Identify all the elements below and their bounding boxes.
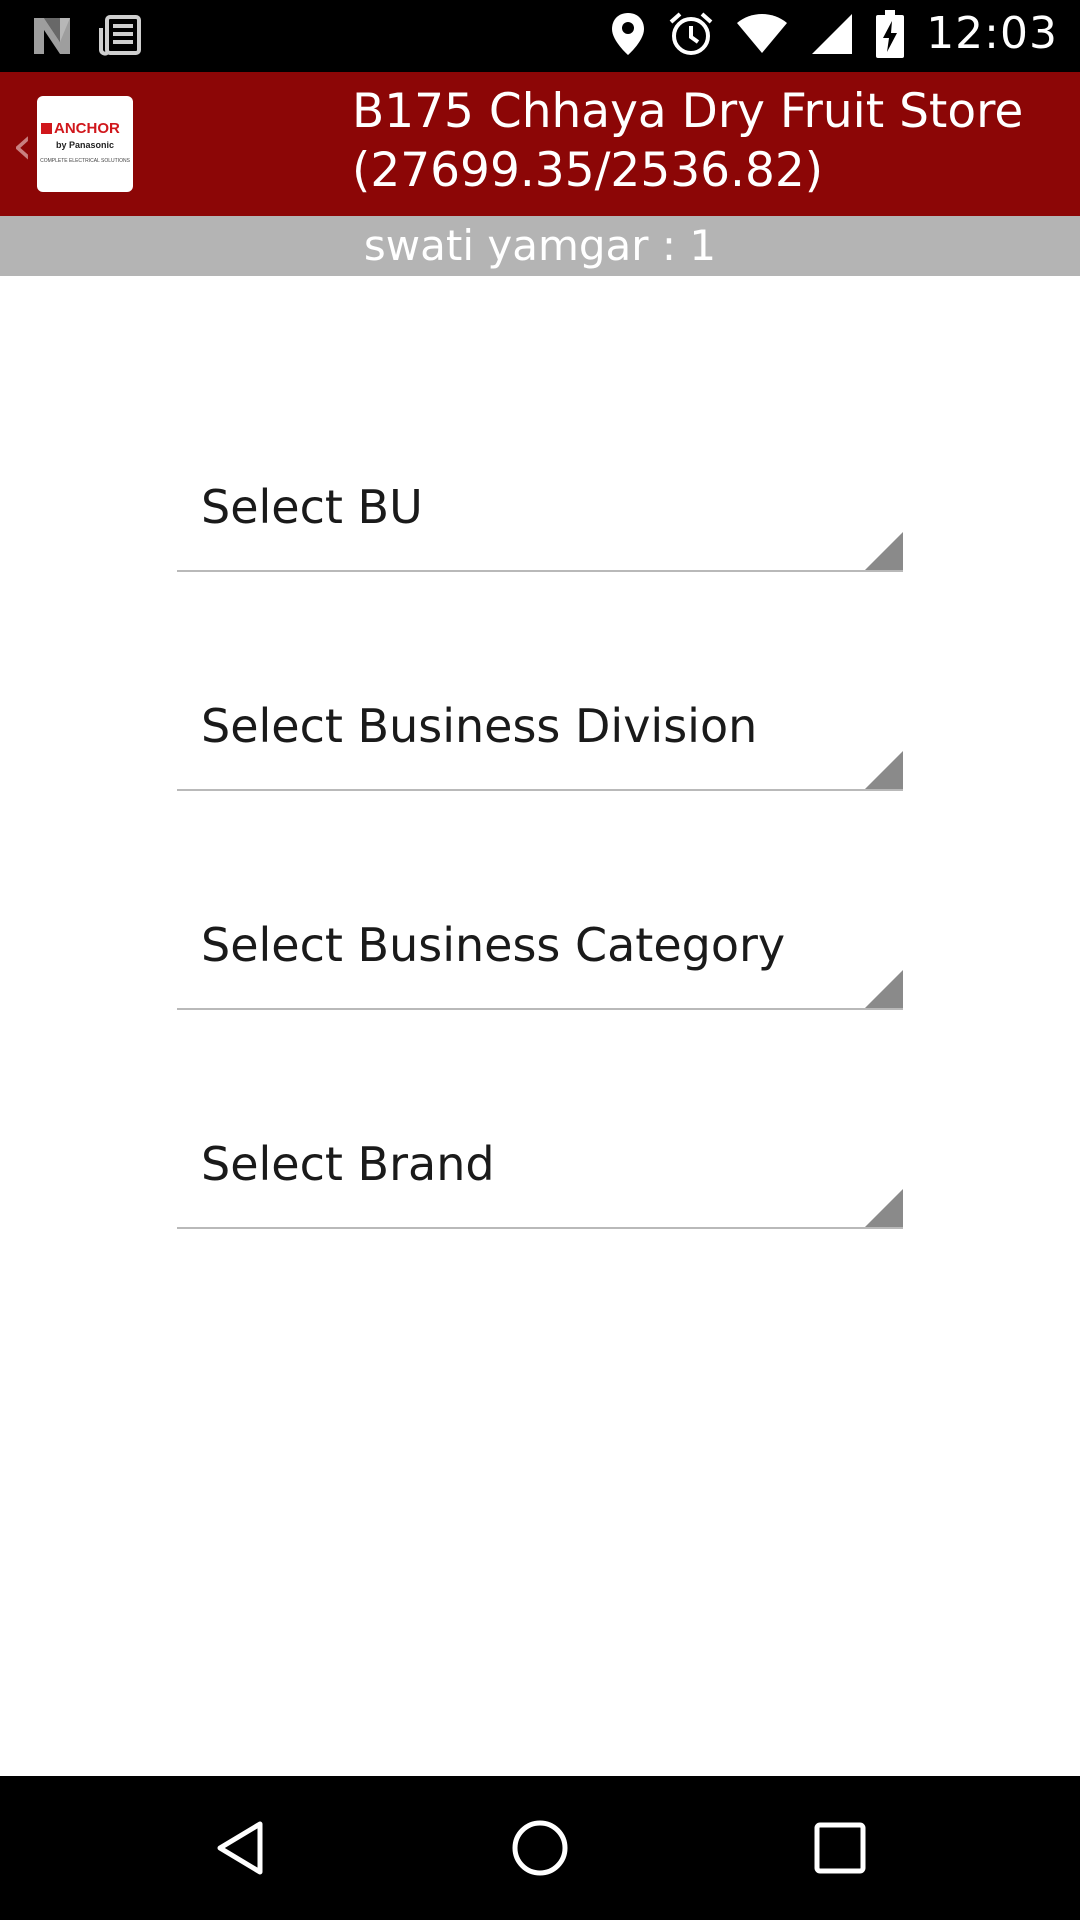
select-business-category-spinner[interactable]: Select Business Category (177, 890, 903, 1010)
page-title: B175 Chhaya Dry Fruit Store (27699.35/25… (352, 82, 1072, 200)
select-business-category-label: Select Business Category (201, 918, 786, 972)
store-amounts: (27699.35/2536.82) (352, 143, 824, 198)
location-icon (612, 12, 645, 55)
home-icon[interactable] (510, 1818, 570, 1878)
anchor-mark-icon (41, 123, 52, 134)
app-bar: ‹ ANCHOR by Panasonic COMPLETE ELECTRICA… (0, 72, 1080, 216)
dropdown-corner-icon (865, 970, 903, 1008)
user-count-text: swati yamgar : 1 (363, 221, 717, 270)
n-notification-icon (34, 18, 70, 54)
select-business-division-label: Select Business Division (201, 699, 758, 753)
store-name: B175 Chhaya Dry Fruit Store (352, 84, 1024, 139)
battery-charging-icon (876, 9, 905, 58)
logo-tagline: COMPLETE ELECTRICAL SOLUTIONS (40, 158, 130, 164)
signal-icon (812, 13, 853, 54)
dropdown-corner-icon (865, 751, 903, 789)
select-bu-label: Select BU (201, 480, 423, 534)
recents-icon[interactable] (810, 1818, 870, 1878)
clock-time: 12:03 (926, 8, 1058, 59)
logo-by-line: by Panasonic (55, 140, 115, 150)
news-notification-icon (99, 15, 141, 56)
anchor-panasonic-logo[interactable]: ANCHOR by Panasonic COMPLETE ELECTRICAL … (37, 96, 133, 192)
back-chevron-icon[interactable]: ‹ (12, 116, 33, 176)
system-navigation-bar (0, 1776, 1080, 1920)
wifi-icon (737, 13, 788, 53)
back-icon[interactable] (210, 1818, 270, 1878)
select-business-division-spinner[interactable]: Select Business Division (177, 671, 903, 791)
logo-brand: ANCHOR (54, 120, 120, 137)
dropdown-corner-icon (865, 532, 903, 570)
alarm-icon (669, 12, 713, 55)
status-bar: 12:03 (0, 0, 1080, 72)
select-brand-spinner[interactable]: Select Brand (177, 1109, 903, 1229)
dropdown-corner-icon (865, 1189, 903, 1227)
user-count-bar: swati yamgar : 1 (0, 216, 1080, 276)
select-brand-label: Select Brand (201, 1137, 495, 1191)
select-bu-spinner[interactable]: Select BU (177, 452, 903, 572)
